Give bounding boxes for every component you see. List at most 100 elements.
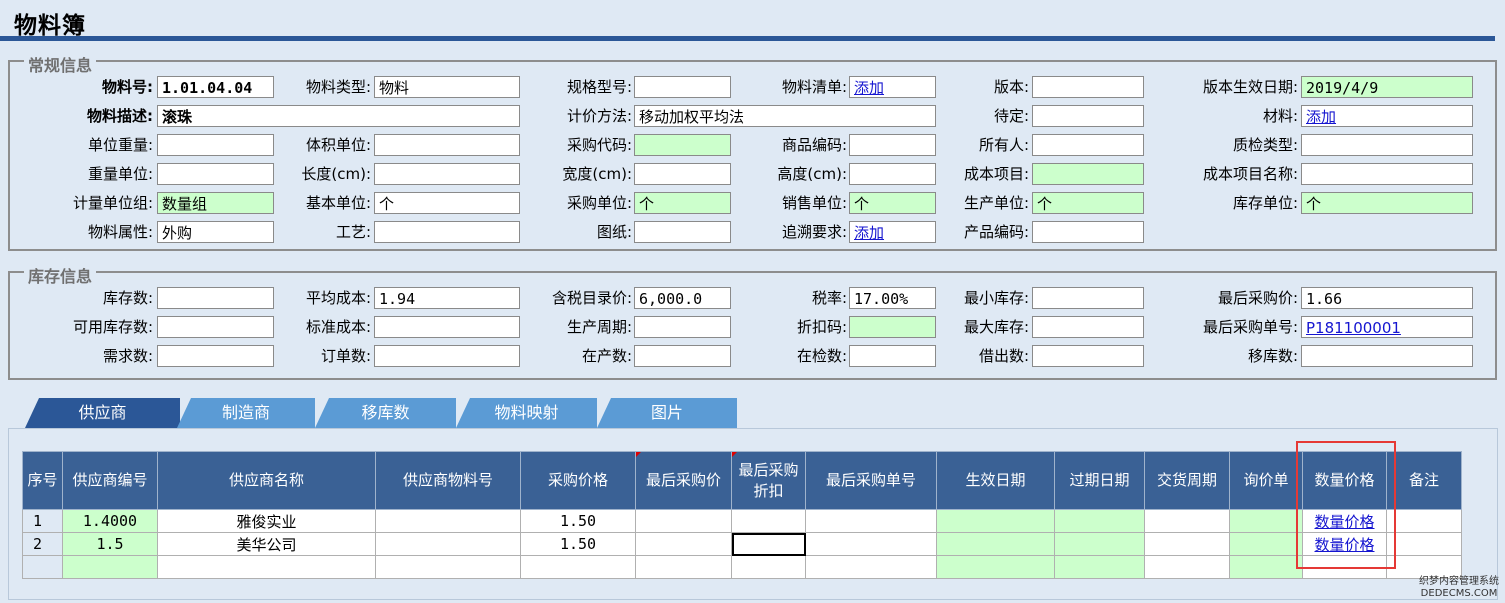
table-cell[interactable] (22, 555, 63, 579)
table-cell[interactable] (635, 555, 732, 579)
field-link[interactable]: 添加 (1301, 105, 1473, 127)
table-cell[interactable] (1229, 509, 1303, 533)
table-cell[interactable] (731, 509, 806, 533)
field-input[interactable] (1301, 163, 1473, 185)
field-input[interactable] (374, 316, 520, 338)
table-cell[interactable] (1144, 532, 1230, 556)
table-cell[interactable]: 1 (22, 509, 63, 533)
column-header[interactable]: 数量价格 (1302, 451, 1387, 510)
table-cell[interactable] (375, 532, 521, 556)
column-header[interactable]: 供应商编号 (62, 451, 158, 510)
table-cell[interactable] (375, 509, 521, 533)
table-row[interactable]: 2 1.5 美华公司 1.50 数量价格 (22, 532, 1462, 556)
table-cell[interactable] (1229, 555, 1303, 579)
table-cell[interactable]: 1.50 (520, 532, 636, 556)
column-header[interactable]: 最后采购单号 (805, 451, 937, 510)
table-cell[interactable] (635, 532, 732, 556)
column-header[interactable]: 交货周期 (1144, 451, 1230, 510)
table-cell[interactable] (1054, 532, 1145, 556)
table-cell[interactable] (1054, 509, 1145, 533)
tab-images[interactable]: 图片 (597, 398, 737, 428)
field-input[interactable]: 个 (634, 192, 731, 214)
field-input[interactable] (157, 163, 274, 185)
table-cell[interactable] (936, 509, 1055, 533)
field-input[interactable] (1032, 287, 1144, 309)
column-header[interactable]: 供应商物料号 (375, 451, 521, 510)
field-input[interactable] (634, 76, 731, 98)
field-input[interactable]: 个 (849, 192, 936, 214)
field-link[interactable]: 添加 (849, 221, 936, 243)
table-cell[interactable] (1144, 509, 1230, 533)
column-header[interactable]: 序号 (22, 451, 63, 510)
table-cell[interactable] (157, 555, 376, 579)
field-input[interactable] (634, 163, 731, 185)
tab-supplier[interactable]: 供应商 (25, 398, 180, 428)
field-input[interactable] (1301, 134, 1473, 156)
field-input[interactable] (157, 287, 274, 309)
table-row[interactable]: 1 1.4000 雅俊实业 1.50 数量价格 (22, 509, 1462, 533)
table-cell[interactable]: 1.5 (62, 532, 158, 556)
field-input[interactable]: 个 (1032, 192, 1144, 214)
field-input[interactable] (634, 221, 731, 243)
field-input[interactable]: 外购 (157, 221, 274, 243)
column-header[interactable]: 过期日期 (1054, 451, 1145, 510)
table-cell[interactable] (635, 509, 732, 533)
table-cell[interactable]: 美华公司 (157, 532, 376, 556)
table-cell[interactable] (805, 509, 937, 533)
field-input[interactable] (374, 345, 520, 367)
table-cell[interactable]: 1.4000 (62, 509, 158, 533)
table-cell[interactable] (62, 555, 158, 579)
field-input[interactable] (849, 163, 936, 185)
table-cell[interactable]: 雅俊实业 (157, 509, 376, 533)
table-cell[interactable] (1386, 532, 1462, 556)
column-header[interactable]: 最后采购价 (635, 451, 732, 510)
field-input[interactable]: 滚珠 (157, 105, 520, 127)
table-cell[interactable] (731, 555, 806, 579)
field-input[interactable]: 17.00% (849, 287, 936, 309)
table-cell[interactable] (805, 555, 937, 579)
field-input[interactable] (157, 134, 274, 156)
quantity-price-link[interactable]: 数量价格 (1314, 536, 1374, 554)
field-input[interactable]: 移动加权平均法 (634, 105, 936, 127)
table-cell[interactable] (731, 532, 806, 556)
tab-material-mapping[interactable]: 物料映射 (456, 398, 597, 428)
field-input[interactable] (1032, 163, 1144, 185)
field-input[interactable] (1032, 221, 1144, 243)
tab-manufacturer[interactable]: 制造商 (177, 398, 315, 428)
table-cell[interactable]: 1.50 (520, 509, 636, 533)
field-input[interactable] (1032, 345, 1144, 367)
table-row[interactable] (22, 555, 1462, 579)
column-header[interactable]: 供应商名称 (157, 451, 376, 510)
field-input[interactable]: 数量组 (157, 192, 274, 214)
quantity-price-link[interactable]: 数量价格 (1314, 513, 1374, 531)
field-input[interactable] (1032, 105, 1144, 127)
table-cell[interactable] (520, 555, 636, 579)
field-input[interactable] (634, 345, 731, 367)
field-input[interactable]: 物料 (374, 76, 520, 98)
table-cell[interactable] (1302, 555, 1387, 579)
field-input[interactable] (849, 316, 936, 338)
column-header[interactable]: 备注 (1386, 451, 1462, 510)
table-cell[interactable] (805, 532, 937, 556)
field-input[interactable]: 1.66 (1301, 287, 1473, 309)
table-cell[interactable] (1386, 509, 1462, 533)
table-cell[interactable] (375, 555, 521, 579)
field-input[interactable] (849, 345, 936, 367)
column-header[interactable]: 最后采购折扣 (731, 451, 806, 510)
column-header[interactable]: 生效日期 (936, 451, 1055, 510)
field-link[interactable]: 添加 (849, 76, 936, 98)
field-input[interactable] (1032, 134, 1144, 156)
field-input[interactable] (634, 316, 731, 338)
field-input[interactable]: 个 (374, 192, 520, 214)
field-link[interactable]: P181100001 (1301, 316, 1473, 338)
table-cell[interactable] (1229, 532, 1303, 556)
field-input[interactable] (157, 316, 274, 338)
field-input[interactable]: 2019/4/9 (1301, 76, 1473, 98)
field-input[interactable]: 6,000.0 (634, 287, 731, 309)
column-header[interactable]: 采购价格 (520, 451, 636, 510)
field-input[interactable] (374, 221, 520, 243)
field-input[interactable] (1032, 76, 1144, 98)
field-input[interactable] (849, 134, 936, 156)
column-header[interactable]: 询价单 (1229, 451, 1303, 510)
table-cell[interactable] (1054, 555, 1145, 579)
